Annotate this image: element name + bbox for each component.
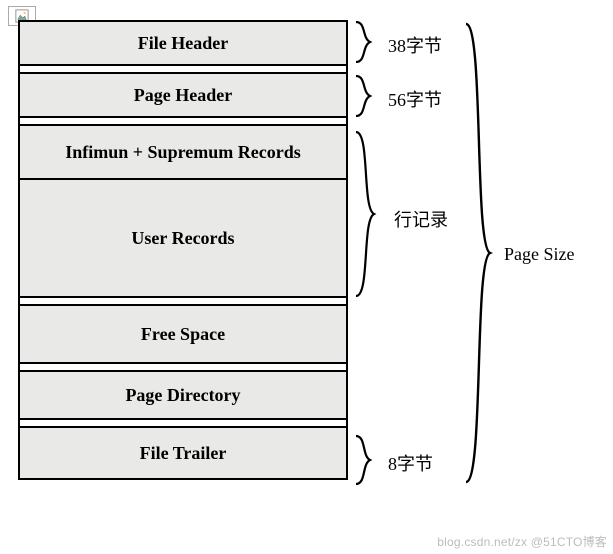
block-label: Free Space xyxy=(141,324,225,345)
block-label: Infimun + Supremum Records xyxy=(65,142,300,163)
label-row-records: 行记录 xyxy=(394,206,448,232)
diagram-stage: File Header Page Header Infimun + Suprem… xyxy=(18,20,603,524)
page-structure-column: File Header Page Header Infimun + Suprem… xyxy=(18,20,348,480)
brace-page-header xyxy=(352,74,378,118)
gap xyxy=(20,364,346,372)
brace-page-size xyxy=(460,20,496,486)
gap xyxy=(20,420,346,428)
block-free-space: Free Space xyxy=(20,306,346,364)
block-label: File Header xyxy=(138,33,228,54)
label-page-header-size: 56字节 xyxy=(388,86,442,112)
gap xyxy=(20,298,346,306)
block-inf-sup: Infimun + Supremum Records xyxy=(20,126,346,180)
block-label: File Trailer xyxy=(140,443,227,464)
block-page-header: Page Header xyxy=(20,74,346,118)
block-label: User Records xyxy=(131,228,234,249)
gap xyxy=(20,66,346,74)
brace-file-trailer xyxy=(352,434,378,486)
watermark: blog.csdn.net/zx @51CTO博客 xyxy=(437,533,607,550)
label-file-trailer-size: 8字节 xyxy=(388,450,433,476)
block-file-trailer: File Trailer xyxy=(20,428,346,480)
label-file-header-size: 38字节 xyxy=(388,32,442,58)
brace-row-records xyxy=(352,128,382,300)
brace-file-header xyxy=(352,20,378,64)
block-user-records: User Records xyxy=(20,180,346,298)
block-file-header: File Header xyxy=(20,22,346,66)
block-page-directory: Page Directory xyxy=(20,372,346,420)
label-page-size: Page Size xyxy=(504,244,574,265)
block-label: Page Directory xyxy=(125,385,240,406)
gap xyxy=(20,118,346,126)
block-label: Page Header xyxy=(134,85,232,106)
